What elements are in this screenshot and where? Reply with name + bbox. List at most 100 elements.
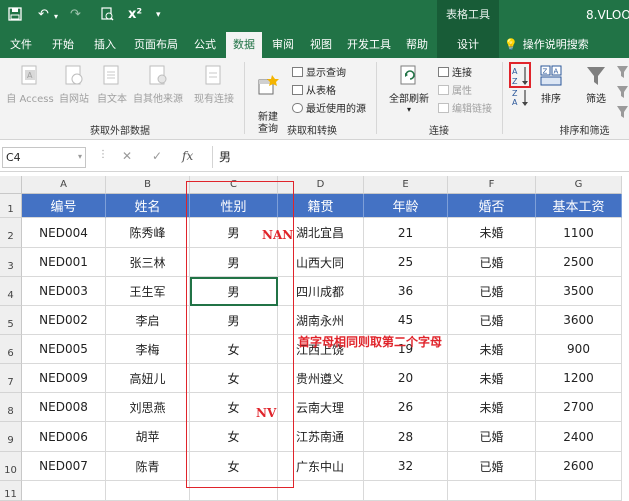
table-cell[interactable]: 1200 <box>536 364 622 393</box>
table-cell[interactable]: NED009 <box>22 364 106 393</box>
column-header[interactable]: E <box>364 176 448 194</box>
tab-design[interactable]: 设计 <box>437 32 499 58</box>
from-web-button[interactable]: 自网站 <box>56 64 92 105</box>
tab-view[interactable]: 视图 <box>306 32 336 58</box>
table-cell[interactable]: 36 <box>364 277 448 306</box>
refresh-all-button[interactable]: 全部刷新 ▾ <box>386 62 432 114</box>
row-header[interactable]: 5 <box>0 306 22 335</box>
table-cell[interactable]: 已婚 <box>448 452 536 481</box>
tab-insert[interactable]: 插入 <box>90 32 120 58</box>
sort-descending-button[interactable]: ZA <box>512 88 530 110</box>
table-cell[interactable]: 20 <box>364 364 448 393</box>
table-cell[interactable]: 高妞儿 <box>106 364 190 393</box>
undo-dropdown-icon[interactable]: ▾ <box>54 12 58 21</box>
table-cell[interactable]: 已婚 <box>448 248 536 277</box>
save-icon[interactable] <box>8 7 22 25</box>
undo-icon[interactable]: ↶ <box>38 7 49 22</box>
tab-data[interactable]: 数据 <box>226 32 262 58</box>
tell-me-search[interactable]: 💡 操作说明搜索 <box>504 32 589 58</box>
table-header-cell[interactable]: 年龄 <box>364 194 448 218</box>
tab-review[interactable]: 审阅 <box>268 32 298 58</box>
table-cell[interactable]: 45 <box>364 306 448 335</box>
existing-connections-button[interactable]: 现有连接 <box>192 64 236 105</box>
row-header[interactable]: 10 <box>0 452 22 481</box>
table-cell[interactable]: 2500 <box>536 248 622 277</box>
recent-sources-button[interactable]: 最近使用的源 <box>292 100 366 115</box>
insert-function-icon[interactable]: fx <box>182 149 193 163</box>
table-cell[interactable]: 32 <box>364 452 448 481</box>
row-header[interactable]: 7 <box>0 364 22 393</box>
connections-button[interactable]: 连接 <box>438 64 472 79</box>
refresh-dropdown-icon[interactable]: ▾ <box>386 105 432 114</box>
customize-qa-icon[interactable]: ▾ <box>156 10 161 20</box>
sort-button[interactable]: ZA 排序 <box>536 64 566 105</box>
advanced-filter-buttons[interactable] <box>616 64 629 124</box>
row-header[interactable]: 6 <box>0 335 22 364</box>
table-cell[interactable]: 未婚 <box>448 218 536 248</box>
row-header[interactable]: 4 <box>0 277 22 306</box>
superscript-icon[interactable]: x² <box>128 7 142 22</box>
empty-cell[interactable] <box>536 481 622 501</box>
table-cell[interactable]: NED007 <box>22 452 106 481</box>
from-access-button[interactable]: A 自 Access <box>4 64 56 105</box>
empty-cell[interactable] <box>448 481 536 501</box>
table-cell[interactable]: 陈秀峰 <box>106 218 190 248</box>
table-cell[interactable]: 900 <box>536 335 622 364</box>
table-cell[interactable]: 3500 <box>536 277 622 306</box>
table-cell[interactable]: 25 <box>364 248 448 277</box>
table-cell[interactable]: 李启 <box>106 306 190 335</box>
select-all-corner[interactable] <box>0 176 22 194</box>
table-header-cell[interactable]: 姓名 <box>106 194 190 218</box>
tab-page-layout[interactable]: 页面布局 <box>130 32 182 58</box>
row-header[interactable]: 8 <box>0 393 22 422</box>
row-header[interactable]: 2 <box>0 218 22 248</box>
tab-home[interactable]: 开始 <box>48 32 78 58</box>
edit-links-button[interactable]: 编辑链接 <box>438 100 492 115</box>
cancel-icon[interactable]: ✕ <box>122 149 132 163</box>
row-header[interactable]: 3 <box>0 248 22 277</box>
table-cell[interactable]: NED003 <box>22 277 106 306</box>
table-cell[interactable]: 28 <box>364 422 448 452</box>
formula-input[interactable]: 男 <box>212 146 627 168</box>
table-cell[interactable]: NED008 <box>22 393 106 422</box>
row-header[interactable]: 1 <box>0 194 22 218</box>
table-cell[interactable]: NED002 <box>22 306 106 335</box>
from-text-button[interactable]: 自文本 <box>94 64 130 105</box>
table-cell[interactable]: 已婚 <box>448 306 536 335</box>
empty-cell[interactable] <box>22 481 106 501</box>
table-cell[interactable]: 刘思燕 <box>106 393 190 422</box>
from-table-button[interactable]: 从表格 <box>292 82 336 97</box>
filter-button[interactable]: 筛选 <box>582 64 610 105</box>
table-header-cell[interactable]: 婚否 <box>448 194 536 218</box>
print-preview-icon[interactable] <box>100 7 114 25</box>
column-header[interactable]: G <box>536 176 622 194</box>
empty-cell[interactable] <box>106 481 190 501</box>
properties-button[interactable]: 属性 <box>438 82 472 97</box>
table-cell[interactable]: 2600 <box>536 452 622 481</box>
table-cell[interactable]: 未婚 <box>448 335 536 364</box>
name-box[interactable]: C4 <box>2 147 86 168</box>
column-header[interactable]: F <box>448 176 536 194</box>
tab-file[interactable]: 文件 <box>6 32 36 58</box>
table-cell[interactable]: 3600 <box>536 306 622 335</box>
table-cell[interactable]: NED001 <box>22 248 106 277</box>
row-header[interactable]: 11 <box>0 481 22 501</box>
table-cell[interactable]: NED004 <box>22 218 106 248</box>
table-cell[interactable]: 王生军 <box>106 277 190 306</box>
table-cell[interactable]: 未婚 <box>448 364 536 393</box>
enter-icon[interactable]: ✓ <box>152 149 162 163</box>
show-queries-button[interactable]: 显示查询 <box>292 64 346 79</box>
table-cell[interactable]: NED005 <box>22 335 106 364</box>
table-cell[interactable]: 21 <box>364 218 448 248</box>
table-cell[interactable]: 26 <box>364 393 448 422</box>
table-cell[interactable]: 李梅 <box>106 335 190 364</box>
table-cell[interactable]: 陈青 <box>106 452 190 481</box>
table-cell[interactable]: 1100 <box>536 218 622 248</box>
table-cell[interactable]: 2700 <box>536 393 622 422</box>
redo-icon[interactable]: ↷ <box>70 7 81 22</box>
from-other-sources-button[interactable]: 自其他来源 <box>132 64 184 105</box>
table-cell[interactable]: NED006 <box>22 422 106 452</box>
table-cell[interactable]: 已婚 <box>448 277 536 306</box>
empty-cell[interactable] <box>364 481 448 501</box>
tab-formulas[interactable]: 公式 <box>190 32 220 58</box>
